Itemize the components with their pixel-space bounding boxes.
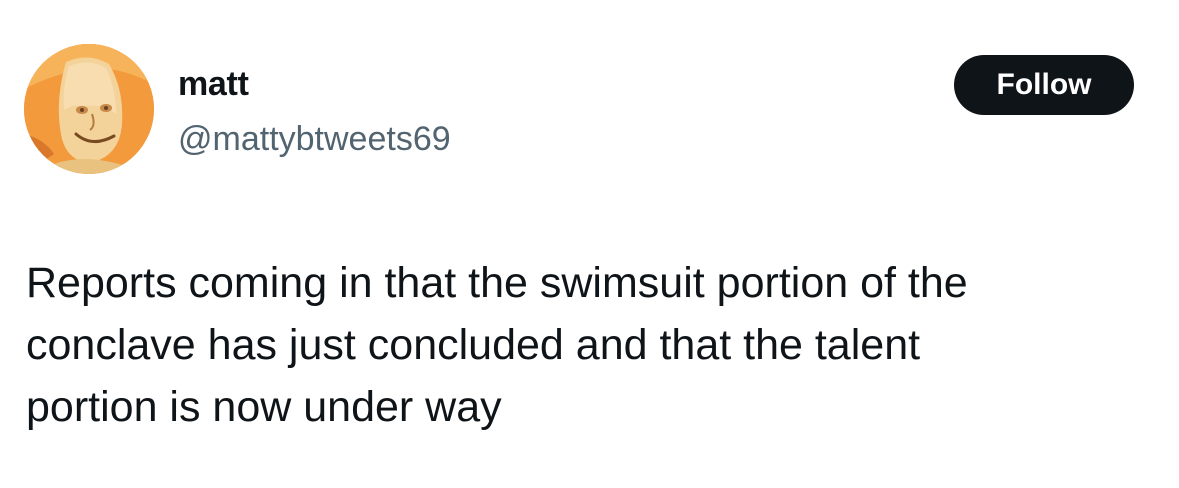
tweet-text-line: Reports coming in that the swimsuit port… bbox=[26, 259, 968, 307]
cartoon-face-avatar-icon bbox=[24, 44, 154, 174]
tweet-text-line: conclave has just concluded and that the… bbox=[26, 321, 921, 369]
tweet-card: matt @mattybtweets69 Follow Reports comi… bbox=[0, 0, 1179, 488]
follow-button[interactable]: Follow bbox=[954, 55, 1134, 115]
avatar[interactable] bbox=[24, 44, 154, 174]
tweet-text-line: portion is now under way bbox=[26, 383, 502, 431]
tweet-text: Reports coming in that the swimsuit port… bbox=[26, 252, 1156, 438]
user-handle[interactable]: @mattybtweets69 bbox=[178, 119, 451, 159]
display-name[interactable]: matt bbox=[178, 64, 249, 104]
